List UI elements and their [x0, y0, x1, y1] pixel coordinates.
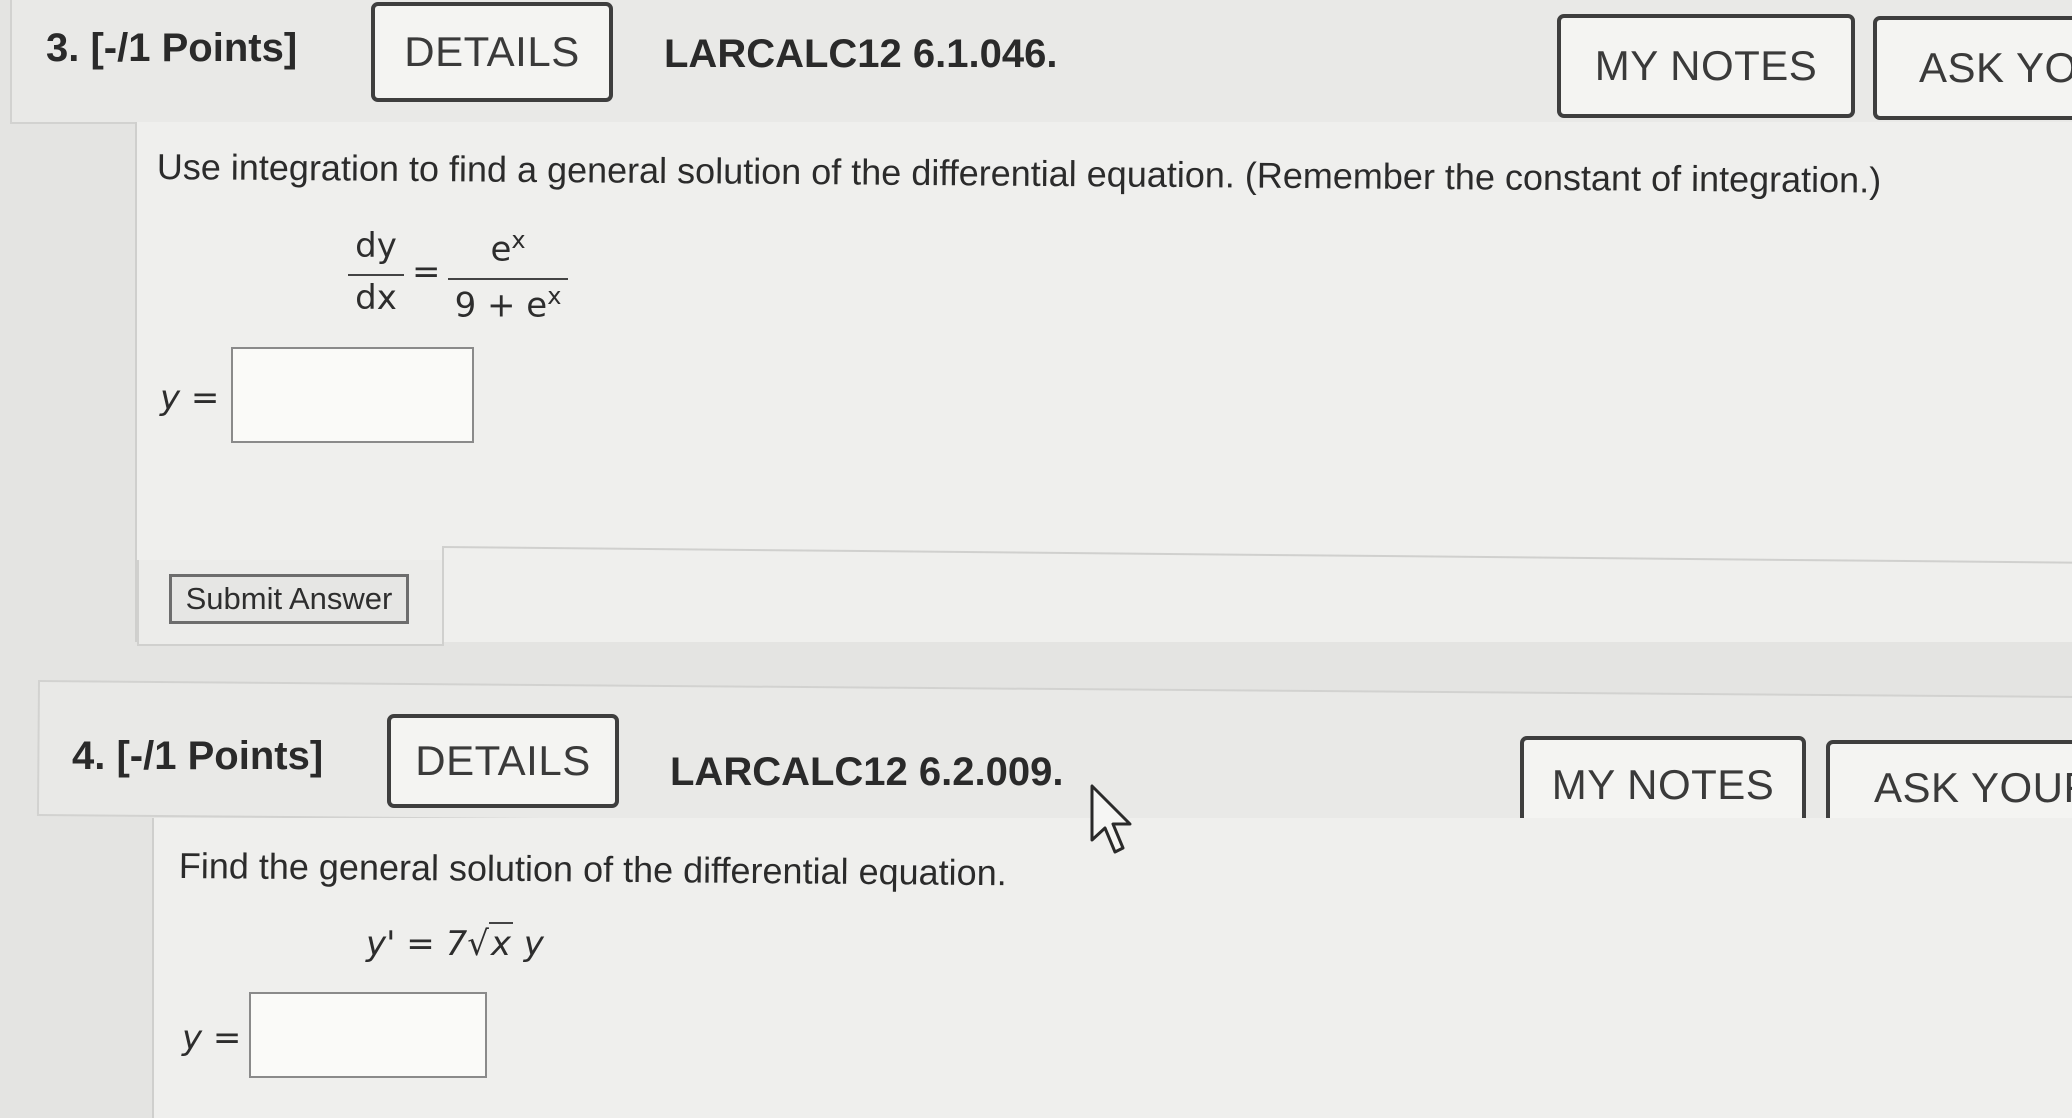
- mouse-pointer-icon: [1088, 782, 1138, 862]
- details-button-label: DETAILS: [415, 737, 591, 784]
- radicand: x: [488, 922, 513, 964]
- differential-equation: y' = 7√x y: [366, 922, 544, 964]
- ask-teacher-label: ASK YOUR TEACHER: [1874, 764, 2072, 811]
- equation-rhs-numerator: ex: [490, 226, 526, 270]
- my-notes-button[interactable]: MY NOTES: [1557, 14, 1855, 118]
- problem-reference: LARCALC12 6.2.009.: [670, 750, 1064, 794]
- equation-equals: =: [412, 252, 441, 292]
- details-button[interactable]: DETAILS: [387, 714, 619, 808]
- answer-label: y =: [160, 378, 220, 418]
- ask-teacher-label: ASK YOUR TEACHER: [1919, 44, 2072, 91]
- question-prompt: Find the general solution of the differe…: [178, 845, 1007, 894]
- answer-input[interactable]: [231, 347, 474, 443]
- fraction-bar: [448, 278, 568, 280]
- my-notes-label: MY NOTES: [1551, 761, 1775, 808]
- problem-reference: LARCALC12 6.1.046.: [664, 32, 1058, 76]
- equation-lhs-numerator: dy: [355, 226, 397, 266]
- submit-answer-label: Submit Answer: [185, 581, 393, 616]
- question-number: 3.: [46, 26, 80, 70]
- question-4-title: 4. [-/1 Points]: [72, 734, 323, 779]
- answer-input[interactable]: [249, 992, 487, 1078]
- ask-teacher-button[interactable]: ASK YOUR TEACHER: [1873, 16, 2072, 120]
- answer-label: y =: [182, 1018, 242, 1058]
- equation-lhs-fraction: dy dx: [348, 226, 404, 326]
- question-points: [-/1 Points]: [116, 734, 324, 778]
- question-points: [-/1 Points]: [90, 26, 298, 70]
- equation-rhs-denominator: 9 + ex: [454, 282, 562, 326]
- details-button[interactable]: DETAILS: [371, 2, 613, 102]
- fraction-bar: [348, 274, 404, 276]
- sqrt-symbol: √: [467, 924, 489, 964]
- my-notes-label: MY NOTES: [1594, 42, 1818, 89]
- details-button-label: DETAILS: [404, 28, 580, 75]
- submit-answer-button[interactable]: Submit Answer: [169, 574, 409, 624]
- equation-rhs-fraction: ex 9 + ex: [448, 226, 568, 326]
- divider: [442, 546, 444, 644]
- question-3-title: 3. [-/1 Points]: [46, 26, 297, 71]
- equation-lhs-denominator: dx: [355, 278, 397, 318]
- question-number: 4.: [72, 734, 106, 778]
